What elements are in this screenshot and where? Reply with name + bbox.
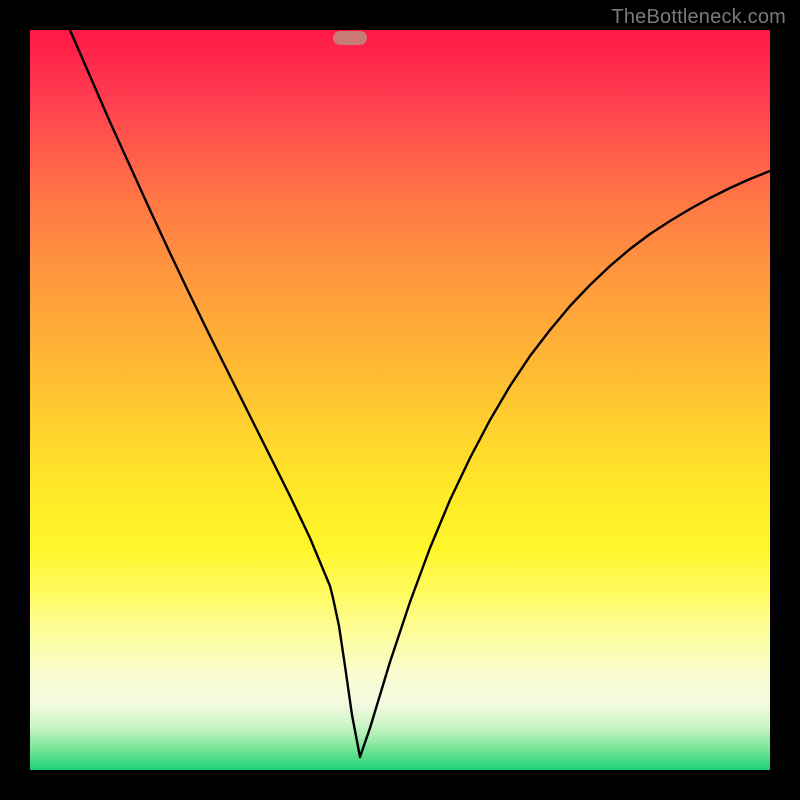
optimal-marker	[333, 31, 367, 45]
bottleneck-curve	[30, 30, 770, 770]
watermark-text: TheBottleneck.com	[611, 6, 786, 29]
plot-area	[30, 30, 770, 770]
